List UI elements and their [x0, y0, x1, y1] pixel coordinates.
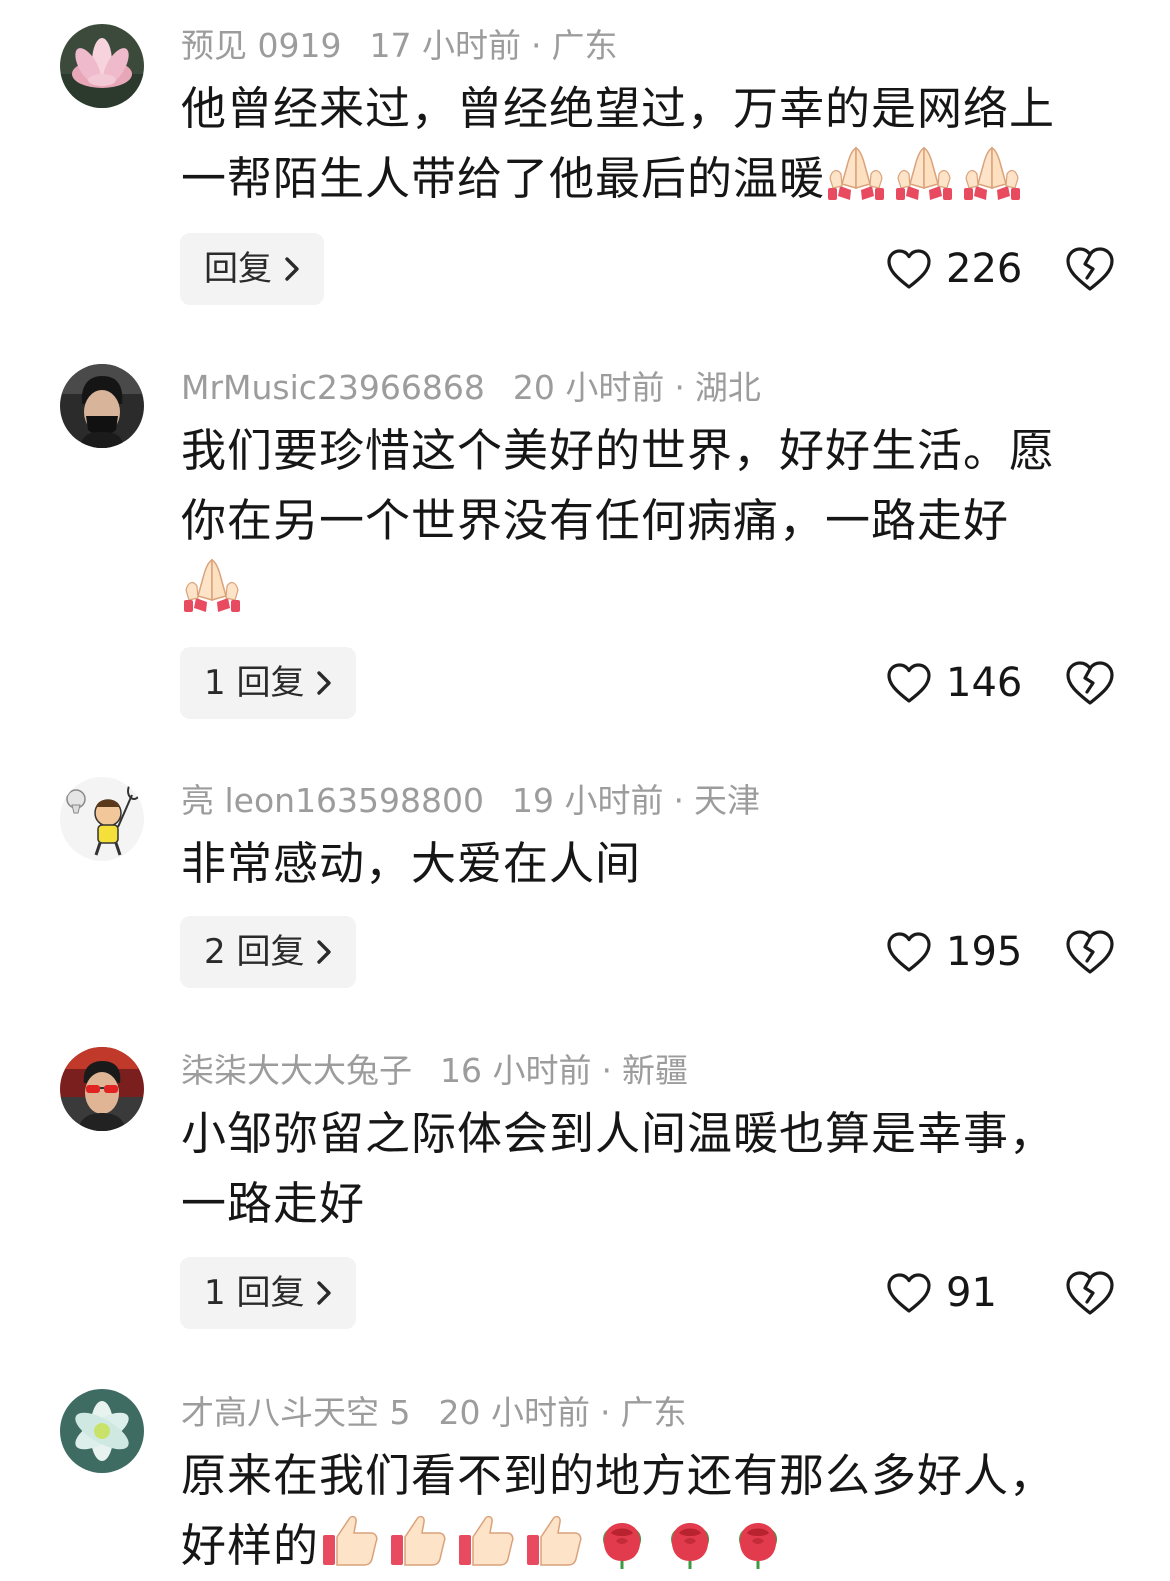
dislike-button[interactable]: [1064, 1269, 1116, 1321]
username[interactable]: MrMusic23966868: [181, 368, 485, 407]
reply-button[interactable]: 回复: [180, 233, 324, 305]
comment-text: 小邹弥留之际体会到人间温暖也算是幸事， 一路走好: [181, 1099, 1121, 1239]
timestamp: 19 小时前: [512, 781, 664, 820]
comment-meta: 亮 leon163598800 19 小时前 · 天津: [181, 781, 761, 820]
comment-line: 小邹弥留之际体会到人间温暖也算是幸事，: [181, 1107, 1056, 1160]
reply-label: 2 回复: [204, 932, 305, 972]
reply-label: 1 回复: [204, 663, 305, 703]
comment-meta: 柒柒大大大兔子 16 小时前 · 新疆: [181, 1051, 688, 1090]
white-flower-avatar-icon: [60, 1389, 144, 1473]
heart-outline-icon: [886, 1272, 932, 1314]
dislike-button[interactable]: [1064, 928, 1116, 980]
username[interactable]: 才高八斗天空 5: [181, 1393, 411, 1432]
comment-line: 一路走好: [181, 1177, 366, 1230]
chevron-right-icon: [282, 255, 302, 283]
broken-heart-icon: [1064, 1269, 1116, 1317]
reply-label: 回复: [204, 249, 272, 289]
comment-line: 我们要珍惜这个美好的世界，好好生活。愿: [181, 424, 1056, 477]
heart-outline-icon: [886, 662, 932, 704]
like-count: 146: [946, 660, 1023, 706]
heart-outline-icon: [886, 931, 932, 973]
cartoon-badminton-avatar-icon: [60, 777, 144, 861]
comment-line: 原来在我们看不到的地方还有那么多好人，: [181, 1449, 1056, 1502]
thumbs-up-emoji-icon: [455, 1511, 517, 1569]
chevron-right-icon: [314, 938, 334, 966]
avatar[interactable]: [60, 364, 144, 448]
location: 广东: [551, 26, 618, 65]
reply-button[interactable]: 1 回复: [180, 1257, 357, 1329]
like-count: 91: [946, 1270, 997, 1316]
avatar[interactable]: [60, 1389, 144, 1473]
man-with-mask-avatar-icon: [60, 364, 144, 448]
comment-text: 我们要珍惜这个美好的世界，好好生活。愿 你在另一个世界没有任何病痛，一路走好: [181, 416, 1121, 626]
comment-meta: MrMusic23966868 20 小时前 · 湖北: [181, 368, 761, 407]
dislike-button[interactable]: [1064, 245, 1116, 297]
thumbs-up-emoji-icon: [387, 1511, 449, 1569]
rose-emoji-icon: [659, 1511, 721, 1569]
username[interactable]: 预见 0919: [181, 26, 341, 65]
avatar[interactable]: [60, 24, 144, 108]
comment-line: 一帮陌生人带给了他最后的温暖: [181, 144, 1121, 214]
broken-heart-icon: [1064, 659, 1116, 707]
rose-emoji-icon: [727, 1511, 789, 1569]
username[interactable]: 柒柒大大大兔子: [181, 1051, 412, 1090]
folded-hands-emoji-icon: [893, 144, 955, 202]
location: 新疆: [621, 1051, 688, 1090]
comment-text: 他曾经来过，曾经绝望过，万幸的是网络上 一帮陌生人带给了他最后的温暖: [181, 74, 1121, 214]
timestamp: 20 小时前: [512, 368, 665, 407]
folded-hands-emoji-icon: [825, 144, 887, 202]
like-count: 226: [946, 246, 1023, 292]
comment-line: 非常感动，大爱在人间: [181, 837, 642, 890]
broken-heart-icon: [1064, 245, 1116, 293]
reply-button[interactable]: 2 回复: [180, 916, 357, 988]
comment-meta: 才高八斗天空 5 20 小时前 · 广东: [181, 1393, 687, 1432]
lotus-flower-avatar-icon: [60, 24, 144, 108]
broken-heart-icon: [1064, 928, 1116, 976]
comment-text: 原来在我们看不到的地方还有那么多好人， 好样的: [181, 1441, 1121, 1581]
man-red-sunglasses-avatar-icon: [60, 1047, 144, 1131]
timestamp: 20 小时前: [438, 1393, 590, 1432]
comment-line: 他曾经来过，曾经绝望过，万幸的是网络上: [181, 82, 1056, 135]
location: 天津: [694, 781, 761, 820]
avatar[interactable]: [60, 1047, 144, 1131]
like-count: 195: [946, 929, 1023, 975]
dislike-button[interactable]: [1064, 659, 1116, 711]
rose-emoji-icon: [591, 1511, 653, 1569]
like-button[interactable]: 226: [886, 233, 1022, 305]
reply-button[interactable]: 1 回复: [180, 647, 357, 719]
username[interactable]: 亮 leon163598800: [181, 781, 484, 820]
comment-line: 你在另一个世界没有任何病痛，一路走好: [181, 494, 1010, 547]
reply-label: 1 回复: [204, 1273, 305, 1313]
folded-hands-emoji-icon: [961, 144, 1023, 202]
thumbs-up-emoji-icon: [319, 1511, 381, 1569]
heart-outline-icon: [886, 248, 932, 290]
location: 湖北: [694, 368, 761, 407]
like-button[interactable]: 91: [886, 1257, 997, 1329]
like-button[interactable]: 195: [886, 916, 1022, 988]
timestamp: 16 小时前: [440, 1051, 592, 1090]
comment-text: 非常感动，大爱在人间: [181, 829, 1121, 899]
chevron-right-icon: [314, 669, 334, 697]
timestamp: 17 小时前: [369, 26, 521, 65]
comment-meta: 预见 0919 17 小时前 · 广东: [181, 26, 618, 65]
thumbs-up-emoji-icon: [523, 1511, 585, 1569]
avatar[interactable]: [60, 777, 144, 861]
chevron-right-icon: [314, 1279, 334, 1307]
location: 广东: [620, 1393, 687, 1432]
comment-line: [181, 556, 1121, 626]
folded-hands-emoji-icon: [181, 556, 243, 614]
like-button[interactable]: 146: [886, 647, 1022, 719]
